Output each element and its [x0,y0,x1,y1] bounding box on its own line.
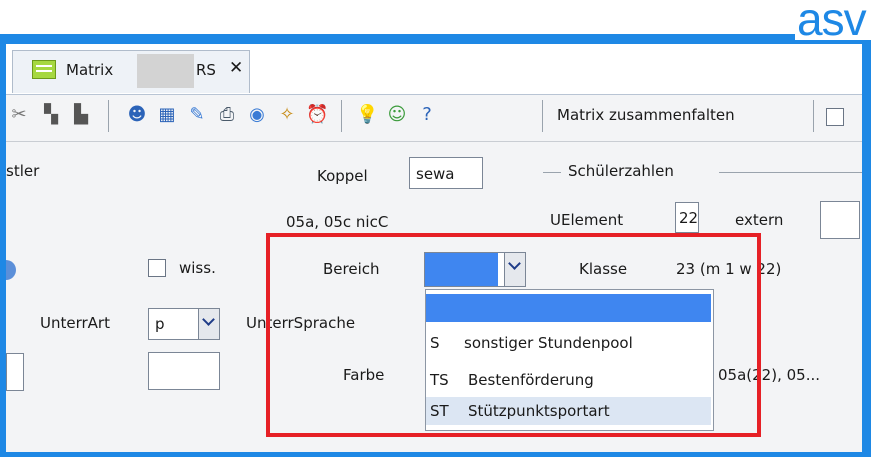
highlight-box [266,233,761,437]
group-divider [543,172,561,173]
help-icon[interactable]: ? [416,104,438,126]
koppel-field[interactable]: sewa [409,157,483,189]
group-divider-right [719,172,862,173]
matrix-tab-icon [32,60,56,79]
edit-note-icon[interactable]: ✎ [186,104,208,126]
classes-text: 05a, 05c nicC [286,213,389,231]
frame-bottom [0,452,871,457]
uelement-field[interactable]: 22 [675,202,699,233]
paste-icon[interactable]: ▙ [70,104,92,126]
koppel-label: Koppel [317,167,368,185]
user-edit-icon[interactable]: ☻ [126,104,148,126]
close-icon[interactable]: ✕ [229,58,243,78]
frame-right [862,40,871,457]
asv-logo: asv [797,0,867,45]
matrix-fold-checkbox[interactable] [826,108,844,126]
tab-label: Matrix [66,61,114,79]
koppel-value: sewa [416,165,455,183]
users-icon[interactable]: ☺ [386,104,408,126]
wiss-checkbox[interactable] [148,259,166,277]
print-icon[interactable]: ⎙ [216,104,238,126]
tab-label-suffix: RS [196,61,216,79]
partial-label: stler [6,162,40,180]
unterrart-select[interactable]: p [148,308,220,340]
empty-field[interactable] [148,352,220,390]
schuelerzahlen-title: Schülerzahlen [568,162,674,180]
matrix-fold-label: Matrix zusammenfalten [557,106,735,124]
alarm-clock-icon[interactable]: ⏰ [306,104,328,126]
extern-field[interactable] [820,201,860,239]
eye-icon[interactable]: ◉ [246,104,268,126]
scissors-icon[interactable]: ✂ [8,104,30,126]
uelement-label: UElement [550,211,624,229]
unterrart-label: UnterrArt [40,314,110,332]
wiss-label: wiss. [179,259,216,277]
lightbulb-icon[interactable]: 💡 [356,104,378,126]
redacted-block [137,54,194,88]
broom-icon[interactable]: ✧ [276,104,298,126]
unterrart-value: p [155,315,165,333]
chart-icon[interactable]: ▦ [156,104,178,126]
uelement-value: 22 [679,209,699,227]
chevron-down-icon[interactable] [198,309,219,339]
partial-select[interactable] [6,353,24,391]
copy-icon[interactable]: ▚ [40,104,62,126]
extern-label: extern [735,211,784,229]
